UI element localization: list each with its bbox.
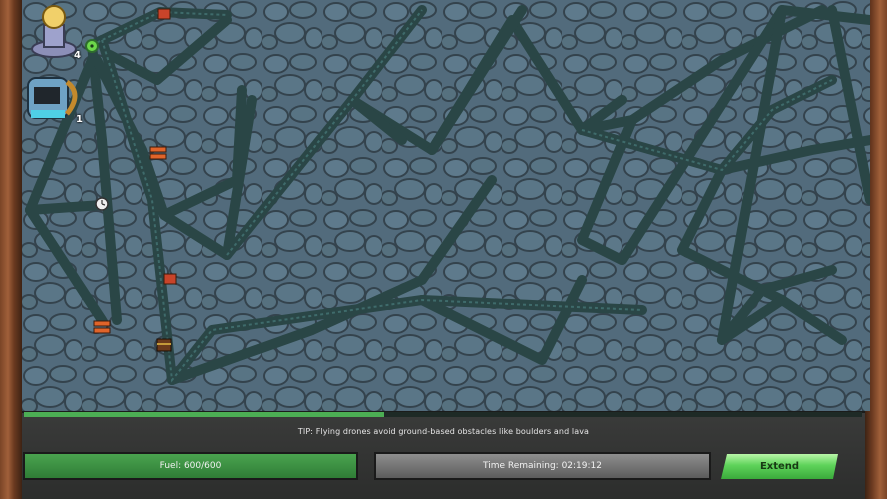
- ore-crate-icon[interactable]: [156, 6, 172, 20]
- time-remaining-bar: Time Remaining: 02:19:12: [374, 452, 711, 480]
- mine-field[interactable]: 4 1: [22, 0, 870, 411]
- clock-icon[interactable]: [95, 197, 109, 211]
- dynamite-icon[interactable]: [93, 319, 111, 335]
- radiation-icon[interactable]: [85, 39, 99, 53]
- treasure-chest-icon[interactable]: [156, 338, 172, 352]
- time-remaining-label: Time Remaining: 02:19:12: [483, 461, 602, 471]
- tip-text: TIP: Flying drones avoid ground-based ob…: [297, 427, 590, 436]
- dynamite-icon[interactable]: [149, 145, 167, 161]
- extension-progress-bar: [24, 412, 862, 417]
- fuel-label: Fuel: 600/600: [159, 461, 222, 471]
- drone-count: 4: [74, 50, 81, 61]
- robot-count: 1: [76, 114, 83, 125]
- extend-label: Extend: [759, 461, 800, 472]
- fuel-bar: Fuel: 600/600: [23, 452, 358, 480]
- game-screen: 4 1 TIP: Flying drones avoid ground-base…: [0, 0, 887, 499]
- extension-progress-fill: [24, 412, 385, 417]
- extend-button[interactable]: Extend: [721, 454, 838, 479]
- drone-station-icon[interactable]: [30, 3, 78, 59]
- ore-crate-icon[interactable]: [162, 271, 178, 285]
- tunnel-map: [22, 0, 870, 411]
